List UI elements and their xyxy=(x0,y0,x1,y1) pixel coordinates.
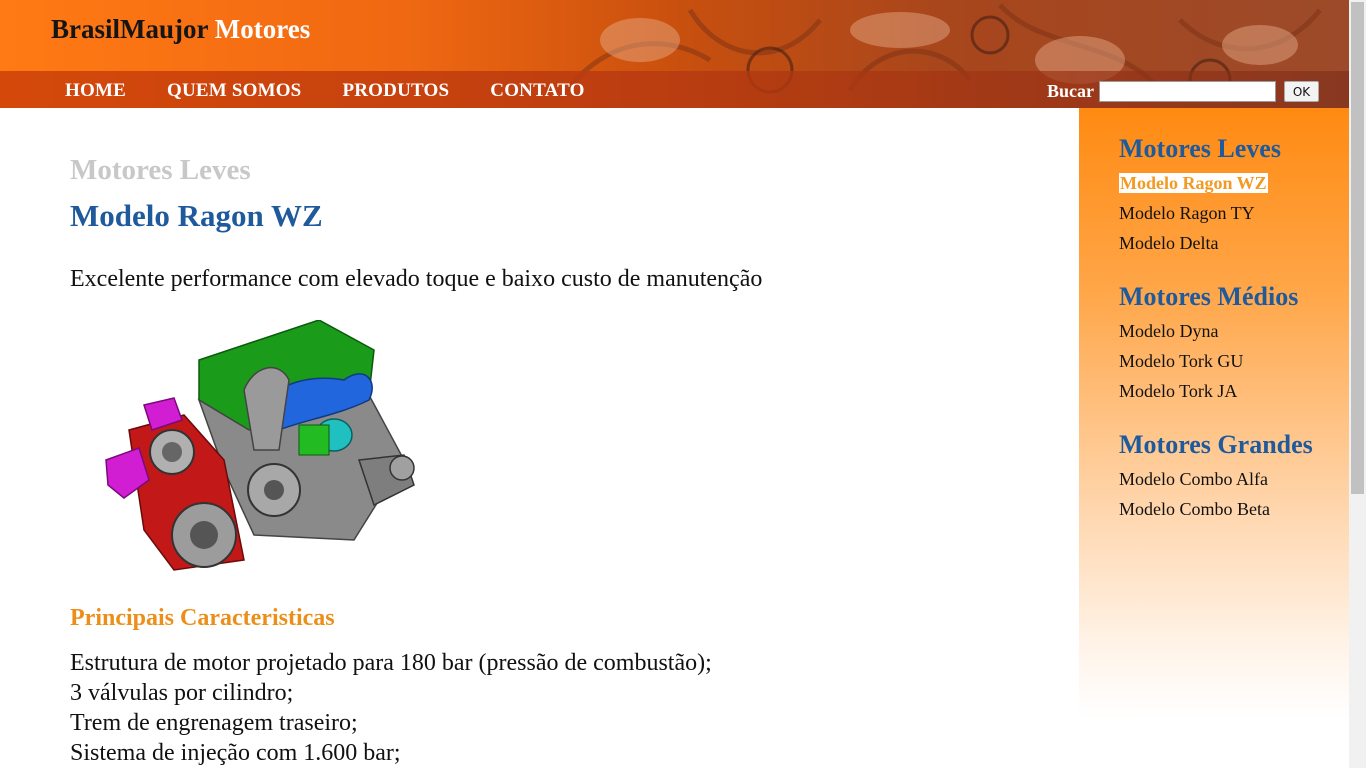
site-brand[interactable]: BrasilMaujor Motores xyxy=(51,14,310,45)
product-tagline: Excelente performance com elevado toque … xyxy=(70,266,763,292)
feature-item: Trem de engrenagem traseiro; xyxy=(70,710,358,736)
nav-home[interactable]: HOME xyxy=(65,80,126,102)
sidebar-item-tork-gu[interactable]: Modelo Tork GU xyxy=(1119,346,1298,376)
scrollbar-thumb[interactable] xyxy=(1351,2,1364,494)
feature-item: Sistema de injeção com 1.600 bar; xyxy=(70,740,401,766)
brand-name: BrasilMaujor xyxy=(51,14,208,44)
model-title: Modelo Ragon WZ xyxy=(70,198,323,233)
feature-item: Estrutura de motor projetado para 180 ba… xyxy=(70,650,712,676)
sidebar-group-title: Motores Leves xyxy=(1119,134,1281,163)
sidebar-group-motores-medios: Motores Médios Modelo Dyna Modelo Tork G… xyxy=(1119,282,1298,406)
sidebar-group-title: Motores Grandes xyxy=(1119,430,1313,459)
page-scrollbar[interactable] xyxy=(1349,0,1366,768)
search-input[interactable] xyxy=(1099,81,1276,102)
products-sidebar: Motores Leves Modelo Ragon WZ Modelo Rag… xyxy=(1079,108,1349,718)
search-ok-button[interactable]: OK xyxy=(1284,81,1319,102)
brand-suffix: Motores xyxy=(214,14,311,44)
features-list: Estrutura de motor projetado para 180 ba… xyxy=(70,648,712,768)
engine-product-image xyxy=(105,320,415,571)
sidebar-item-delta[interactable]: Modelo Delta xyxy=(1119,228,1281,258)
search-form: Bucar OK xyxy=(1047,81,1319,102)
sidebar-item-ragon-wz[interactable]: Modelo Ragon WZ xyxy=(1119,168,1281,198)
search-label: Bucar xyxy=(1047,81,1094,101)
sidebar-item-combo-alfa[interactable]: Modelo Combo Alfa xyxy=(1119,464,1313,494)
sidebar-item-dyna[interactable]: Modelo Dyna xyxy=(1119,316,1298,346)
sidebar-item-label: Modelo Ragon WZ xyxy=(1119,173,1268,193)
sidebar-item-ragon-ty[interactable]: Modelo Ragon TY xyxy=(1119,198,1281,228)
category-title: Motores Leves xyxy=(70,154,251,186)
nav-produtos[interactable]: PRODUTOS xyxy=(342,80,449,102)
feature-item: 3 válvulas por cilindro; xyxy=(70,680,294,706)
features-title: Principais Caracteristicas xyxy=(70,605,335,631)
sidebar-group-motores-leves: Motores Leves Modelo Ragon WZ Modelo Rag… xyxy=(1119,134,1281,258)
sidebar-group-title: Motores Médios xyxy=(1119,282,1299,311)
sidebar-item-combo-beta[interactable]: Modelo Combo Beta xyxy=(1119,494,1313,524)
nav-quem-somos[interactable]: QUEM SOMOS xyxy=(167,80,301,102)
main-nav: HOME QUEM SOMOS PRODUTOS CONTATO xyxy=(65,80,585,102)
nav-contato[interactable]: CONTATO xyxy=(490,80,584,102)
sidebar-group-motores-grandes: Motores Grandes Modelo Combo Alfa Modelo… xyxy=(1119,430,1313,524)
sidebar-item-tork-ja[interactable]: Modelo Tork JA xyxy=(1119,376,1298,406)
